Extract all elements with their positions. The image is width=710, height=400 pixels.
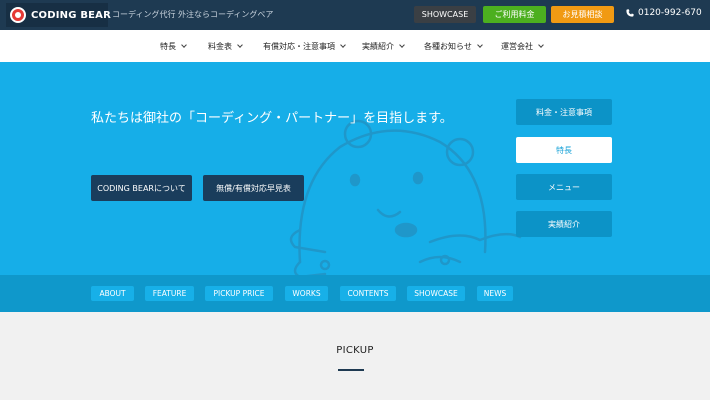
anchor-works[interactable]: WORKS bbox=[285, 286, 328, 301]
hero-title: 私たちは御社の「コーディング・パートナー」を目指します。 bbox=[91, 111, 453, 126]
anchor-pickup-price[interactable]: PICKUP PRICE bbox=[205, 286, 273, 301]
anchor-feature[interactable]: FEATURE bbox=[145, 286, 194, 301]
side-menu-pricing[interactable]: 料金・注意事項 bbox=[516, 99, 612, 125]
phone-link[interactable]: 0120-992-670 bbox=[626, 8, 702, 18]
side-menu-menu[interactable]: メニュー bbox=[516, 174, 612, 200]
anchor-nav: ABOUT FEATURE PICKUP PRICE WORKS CONTENT… bbox=[0, 275, 710, 312]
side-menu-works[interactable]: 実績紹介 bbox=[516, 211, 612, 237]
about-coding-bear-button[interactable]: CODING BEARについて bbox=[91, 175, 192, 201]
chevron-down-icon bbox=[477, 42, 483, 48]
nav-item-pricing[interactable]: 料金表 bbox=[208, 41, 243, 52]
nav-item-paid-support[interactable]: 有償対応・注意事項 bbox=[263, 41, 346, 52]
chevron-down-icon bbox=[237, 42, 243, 48]
bear-mascot-illustration bbox=[289, 119, 522, 275]
pickup-heading: PICKUP bbox=[336, 345, 374, 356]
nav-item-label: 実績紹介 bbox=[362, 42, 394, 51]
phone-icon bbox=[626, 9, 634, 17]
pickup-section: PICKUP bbox=[0, 312, 710, 400]
anchor-about[interactable]: ABOUT bbox=[91, 286, 134, 301]
site-tagline: コーディング代行 外注ならコーディングベア bbox=[112, 10, 274, 19]
anchor-showcase[interactable]: SHOWCASE bbox=[407, 286, 465, 301]
nav-item-label: 運営会社 bbox=[501, 42, 533, 51]
free-paid-overview-button[interactable]: 無償/有償対応早見表 bbox=[203, 175, 304, 201]
logo-text: CODING BEAR bbox=[31, 9, 112, 21]
main-nav: 特長 料金表 有償対応・注意事項 実績紹介 各種お知らせ 運営会社 bbox=[0, 30, 710, 62]
nav-item-label: 料金表 bbox=[208, 42, 232, 51]
nav-item-label: 有償対応・注意事項 bbox=[263, 42, 335, 51]
nav-item-news[interactable]: 各種お知らせ bbox=[424, 41, 483, 52]
nav-item-works[interactable]: 実績紹介 bbox=[362, 41, 405, 52]
chevron-down-icon bbox=[181, 42, 187, 48]
nav-item-features[interactable]: 特長 bbox=[160, 41, 187, 52]
nav-item-company[interactable]: 運営会社 bbox=[501, 41, 544, 52]
price-button[interactable]: ご利用料金 bbox=[483, 6, 546, 23]
estimate-button[interactable]: お見積相談 bbox=[551, 6, 614, 23]
top-bar: CODING BEAR コーディング代行 外注ならコーディングベア SHOWCA… bbox=[0, 0, 710, 30]
nav-item-label: 各種お知らせ bbox=[424, 42, 472, 51]
phone-number: 0120-992-670 bbox=[638, 8, 702, 18]
showcase-button[interactable]: SHOWCASE bbox=[414, 6, 476, 23]
side-menu-features[interactable]: 特長 bbox=[516, 137, 612, 163]
chevron-down-icon bbox=[340, 42, 346, 48]
chevron-down-icon bbox=[538, 42, 544, 48]
nav-item-label: 特長 bbox=[160, 42, 176, 51]
anchor-contents[interactable]: CONTENTS bbox=[340, 286, 396, 301]
anchor-news[interactable]: NEWS bbox=[477, 286, 513, 301]
bear-logo-icon bbox=[10, 7, 26, 23]
hero-section: 私たちは御社の「コーディング・パートナー」を目指します。 CODING BEAR… bbox=[0, 62, 710, 275]
heading-underline bbox=[338, 369, 364, 371]
site-logo[interactable]: CODING BEAR bbox=[6, 3, 112, 27]
chevron-down-icon bbox=[399, 42, 405, 48]
